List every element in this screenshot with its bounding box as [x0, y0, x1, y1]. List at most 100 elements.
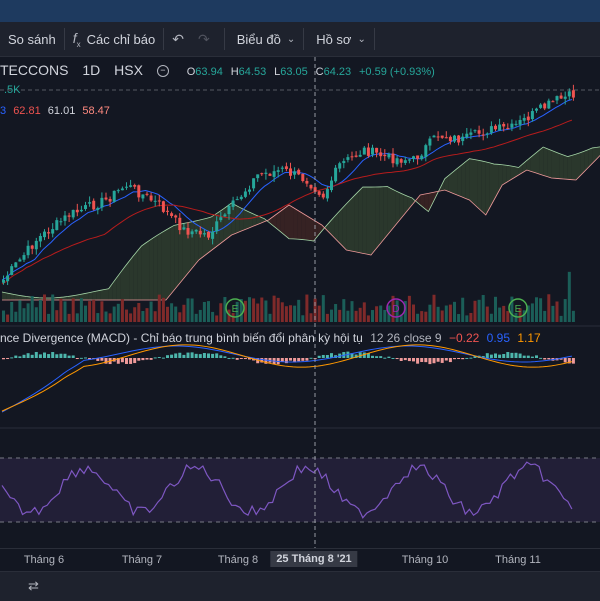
volume-bar — [55, 310, 58, 322]
macd-histogram-bar — [80, 358, 83, 359]
macd-histogram-bar — [146, 358, 149, 360]
macd-histogram-bar — [244, 358, 247, 359]
volume-bar — [187, 298, 190, 322]
candle-body — [236, 199, 239, 200]
cloud-segment — [166, 228, 170, 300]
cloud-segment — [560, 154, 564, 179]
candle-body — [293, 171, 296, 174]
volume-bar — [346, 311, 349, 322]
volume-bar — [146, 308, 149, 322]
profile-button[interactable]: Hồ sơ ⌄ — [304, 22, 374, 56]
cloud-segment — [125, 261, 129, 300]
cloud-segment — [223, 206, 227, 241]
macd-histogram-bar — [178, 353, 181, 358]
volume-bar — [96, 313, 99, 322]
candle-body — [379, 152, 382, 156]
macd-histogram-bar — [412, 358, 415, 361]
window-top-bar — [0, 0, 600, 22]
cloud-segment — [244, 210, 248, 230]
macd-histogram-bar — [449, 358, 452, 362]
cloud-segment — [465, 159, 469, 200]
macd-line-value: 0.95 — [487, 331, 510, 345]
candle-body — [269, 174, 272, 176]
volume-bar — [244, 301, 247, 322]
candle-body — [248, 190, 251, 192]
cloud-segment — [285, 205, 289, 239]
macd-histogram-bar — [428, 358, 431, 364]
macd-legend[interactable]: nce Divergence (MACD) - Chỉ báo trung bì… — [0, 331, 541, 345]
cloud-segment — [346, 200, 350, 251]
volume-bar — [174, 307, 177, 322]
macd-histogram-bar — [223, 356, 226, 358]
event-marker-label: E — [232, 304, 239, 315]
macd-histogram-bar — [68, 356, 71, 358]
candle-body — [494, 126, 497, 129]
ichimoku-legend[interactable]: 3 62.81 61.01 58.47 — [0, 105, 110, 117]
indicators-button[interactable]: fx Các chỉ báo — [65, 22, 164, 56]
candle-body — [461, 137, 464, 141]
volume-bar — [252, 298, 255, 322]
chevron-down-icon: ⌄ — [357, 34, 365, 45]
candle-body — [260, 173, 263, 174]
cloud-segment — [359, 187, 363, 253]
macd-histogram-bar — [506, 352, 509, 358]
ohlc-close-label: C — [316, 66, 324, 78]
candle-body — [367, 148, 370, 156]
macd-histogram-bar — [494, 353, 497, 358]
candle-body — [72, 210, 75, 217]
volume-bar — [248, 297, 251, 322]
chart-canvas[interactable]: EDE — [0, 57, 600, 548]
candle-body — [568, 91, 571, 96]
macd-histogram-bar — [469, 358, 472, 359]
cloud-segment — [461, 162, 465, 198]
compare-button[interactable]: So sánh — [0, 22, 64, 56]
volume-bar — [379, 306, 382, 322]
macd-histogram-bar — [35, 352, 38, 358]
chart-type-button[interactable]: Biểu đồ ⌄ — [225, 22, 303, 56]
crosshair-time-label: 25 Tháng 8 '21 — [270, 551, 357, 567]
time-axis[interactable]: Tháng 6 Tháng 7 Tháng 8 25 Tháng 8 '21 T… — [0, 548, 600, 571]
candle-body — [556, 96, 559, 100]
cloud-segment — [182, 223, 186, 280]
candle-body — [203, 233, 206, 234]
candle-body — [560, 96, 563, 99]
ohlc-open: 63.94 — [195, 66, 223, 78]
macd-histogram-bar — [289, 358, 292, 361]
candle-body — [408, 159, 411, 160]
date-range-icon[interactable]: ⇄ — [28, 578, 39, 594]
cloud-segment — [92, 291, 96, 300]
candle-body — [523, 118, 526, 121]
volume-bar — [535, 297, 538, 322]
candle-body — [125, 187, 128, 188]
collapse-icon[interactable]: − — [157, 65, 169, 77]
macd-histogram-bar — [441, 358, 444, 363]
candle-body — [191, 231, 194, 234]
candle-body — [351, 156, 354, 157]
macd-histogram-bar — [125, 358, 128, 364]
candle-body — [207, 232, 210, 238]
redo-button[interactable]: ↷ — [198, 22, 224, 56]
cloud-segment — [474, 159, 478, 207]
rsi-pane — [0, 458, 600, 522]
candle-body — [166, 211, 169, 212]
candle-body — [355, 156, 358, 157]
volume-bar — [182, 305, 185, 322]
cloud-segment — [367, 187, 371, 255]
candle-body — [428, 139, 431, 146]
volume-bar — [560, 316, 563, 322]
volume-bar — [47, 314, 50, 322]
volume-bar — [191, 298, 194, 322]
volume-bar — [158, 295, 161, 322]
candle-body — [137, 185, 140, 197]
volume-value: .5K — [4, 84, 21, 96]
undo-button[interactable]: ↶ — [164, 22, 198, 56]
cloud-segment — [305, 215, 309, 240]
cloud-segment — [88, 292, 92, 300]
volume-bar — [113, 307, 116, 322]
candle-body — [109, 199, 112, 202]
candle-body — [35, 241, 38, 249]
volume-bar — [269, 314, 272, 322]
cloud-segment — [137, 246, 141, 300]
volume-bar — [424, 312, 427, 322]
symbol-legend[interactable]: TECCONS 1D HSX − O63.94 H64.53 L63.05 C6… — [0, 62, 435, 78]
